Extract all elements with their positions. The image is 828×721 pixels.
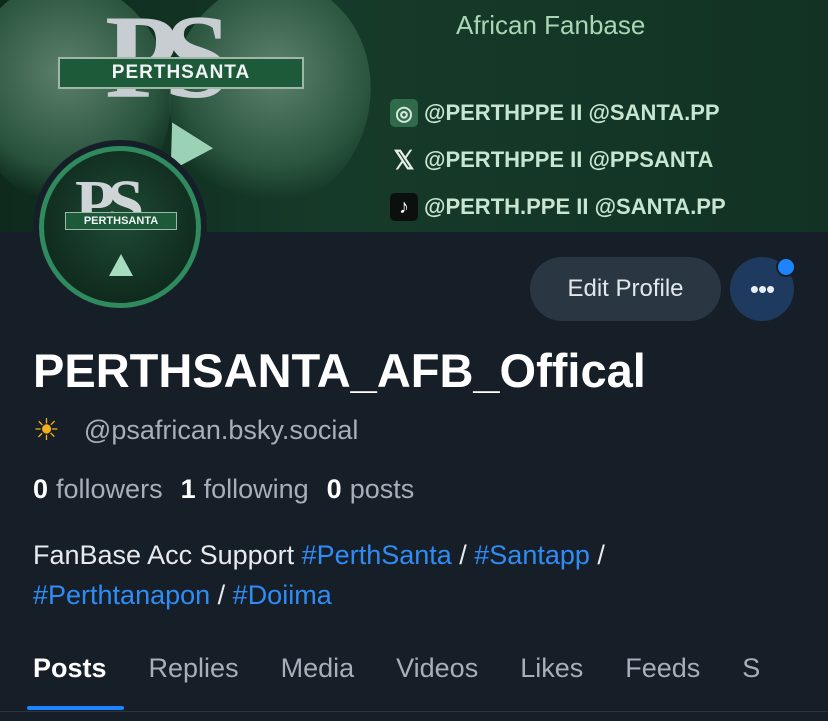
banner-social-tiktok: ♪ @PERTH.PPE II @SANTA.PP (390, 192, 726, 222)
bio-separator: / (451, 540, 475, 570)
avatar-logo: PS (75, 166, 144, 242)
banner-social-instagram: ◎ @PERTHPPE II @SANTA.PP (390, 98, 720, 128)
tab-likes[interactable]: Likes (499, 640, 604, 696)
following-count: 1 (180, 474, 196, 504)
hashtag-link[interactable]: #Perthtanapon (33, 580, 210, 610)
banner-social-x: 𝕏 @PERTHPPE II @PPSANTA (390, 144, 714, 175)
avatar[interactable]: PS PERTHSANTA (33, 140, 207, 314)
hashtag-link[interactable]: #Santapp (474, 540, 590, 570)
x-icon: 𝕏 (393, 144, 415, 175)
profile-handle[interactable]: @psafrican.bsky.social (84, 415, 359, 446)
tab-posts[interactable]: Posts (0, 640, 128, 710)
sun-icon: ☀ (33, 414, 60, 447)
following-stat[interactable]: 1 following (181, 474, 309, 505)
followers-label: followers (56, 474, 163, 504)
tab-feeds[interactable]: Feeds (604, 640, 721, 696)
tiktok-icon: ♪ (390, 193, 418, 221)
followers-stat[interactable]: 0 followers (33, 474, 163, 505)
avatar-arrow-icon (109, 254, 133, 276)
tabs-divider (0, 711, 828, 712)
tab-starter-packs[interactable]: S (721, 640, 781, 696)
bio-separator: / (589, 540, 605, 570)
followers-count: 0 (33, 474, 49, 504)
profile-bio: FanBase Acc Support #PerthSanta / #Santa… (33, 535, 813, 615)
posts-stat: 0 posts (327, 474, 415, 505)
bio-separator: / (210, 580, 233, 610)
hashtag-link[interactable]: #PerthSanta (302, 540, 452, 570)
edit-profile-button[interactable]: Edit Profile (530, 257, 721, 321)
ellipsis-icon: ••• (749, 273, 775, 304)
posts-count: 0 (326, 474, 342, 504)
following-label: following (203, 474, 309, 504)
profile-stats: 0 followers 1 following 0 posts (33, 474, 414, 505)
instagram-icon: ◎ (390, 99, 418, 127)
tab-replies[interactable]: Replies (128, 640, 260, 696)
notification-dot (776, 257, 796, 277)
display-name: PERTHSANTA_AFB_Offical (33, 344, 646, 397)
social-handles-text: @PERTHPPE II @SANTA.PP (424, 100, 720, 125)
banner-fanbase-label: African Fanbase (456, 10, 646, 40)
banner-plate: PERTHSANTA (58, 57, 304, 89)
posts-label: posts (349, 474, 415, 504)
bio-text: FanBase Acc Support (33, 540, 302, 570)
hashtag-link[interactable]: #Doiima (233, 580, 332, 610)
avatar-image: PS PERTHSANTA (39, 146, 201, 308)
avatar-plate: PERTHSANTA (65, 212, 177, 230)
handle-row: ☀ @psafrican.bsky.social (33, 413, 358, 448)
social-handles-text: @PERTH.PPE II @SANTA.PP (424, 194, 726, 219)
profile-tabs: Posts Replies Media Videos Likes Feeds S (0, 640, 828, 712)
social-handles-text: @PERTHPPE II @PPSANTA (424, 147, 714, 172)
tab-videos[interactable]: Videos (375, 640, 499, 696)
tab-media[interactable]: Media (260, 640, 376, 696)
